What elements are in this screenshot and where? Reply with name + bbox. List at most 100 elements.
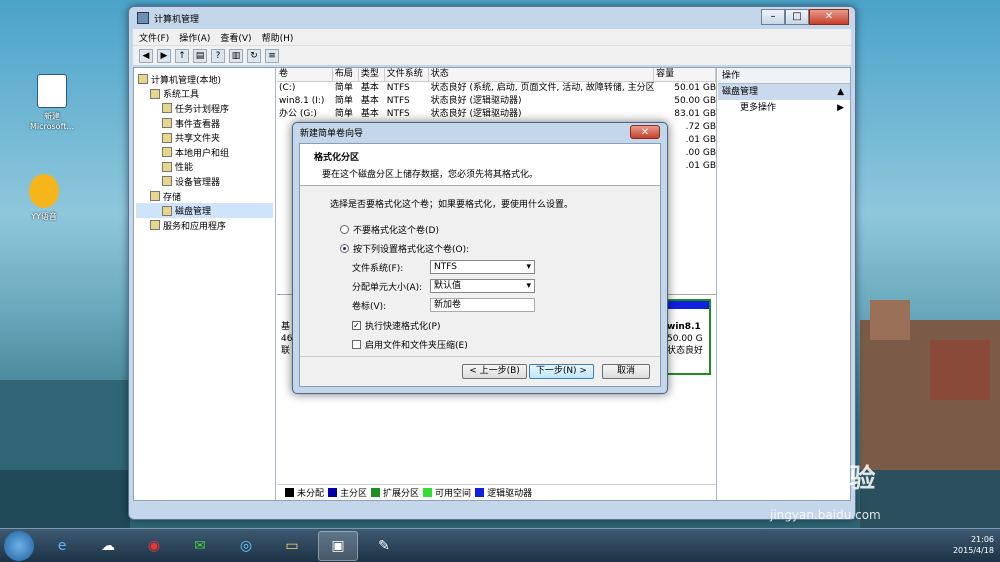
radio-format[interactable]: 按下列设置格式化这个卷(O): bbox=[330, 240, 630, 256]
computer-management-taskbar-icon[interactable]: ▣ bbox=[318, 530, 358, 561]
browser-icon[interactable]: ◎ bbox=[226, 531, 266, 561]
tree-item[interactable]: 磁盘管理 bbox=[136, 203, 273, 218]
tree-item[interactable]: 性能 bbox=[136, 160, 273, 175]
volume-cell-layout: 简单 bbox=[334, 83, 353, 93]
radio-selected-icon bbox=[340, 243, 349, 253]
next-button[interactable]: 下一步(N) > bbox=[528, 364, 594, 379]
desktop-icon-yy[interactable]: YY语音 bbox=[14, 174, 74, 222]
volume-cell-cap: 83.01 GB bbox=[674, 109, 716, 119]
maximize-button[interactable]: □ bbox=[785, 9, 809, 25]
legend-swatch bbox=[423, 488, 433, 497]
tree-item-label: 系统工具 bbox=[163, 90, 200, 101]
system-tray[interactable]: 21:06 2015/4/18 bbox=[953, 534, 994, 556]
volume-label-input[interactable]: 新加卷 bbox=[430, 298, 535, 312]
properties-icon[interactable]: ≡ bbox=[265, 48, 279, 63]
tree-item-label: 共享文件夹 bbox=[175, 134, 221, 145]
volume-row[interactable]: 办公 (G:) 简单 基本 NTFS 状态良好 (逻辑驱动器) 83.01 GB bbox=[277, 108, 716, 121]
tree-node-icon bbox=[162, 132, 172, 143]
partition-name: win8.1 bbox=[667, 322, 701, 332]
volume-row[interactable]: win8.1 (I:) 简单 基本 NTFS 状态良好 (逻辑驱动器) 50.00 GB bbox=[277, 95, 716, 108]
volume-cell-cap: 50.01 GB bbox=[674, 83, 716, 93]
window-title: 计算机管理 bbox=[154, 14, 200, 25]
quick-format-checkbox[interactable]: ✓ 执行快速格式化(P) bbox=[330, 317, 630, 333]
back-button[interactable]: < 上一步(B) bbox=[462, 364, 527, 379]
tree-item[interactable]: 存储 bbox=[136, 189, 273, 204]
file-explorer-icon[interactable]: ▭ bbox=[272, 531, 312, 561]
volume-label-label: 卷标(V): bbox=[352, 301, 387, 312]
dialog-footer: < 上一步(B) 下一步(N) > 取消 bbox=[300, 356, 660, 386]
clock-time: 21:06 bbox=[970, 535, 994, 544]
filesystem-row: 文件系统(F): NTFS bbox=[330, 259, 630, 275]
actions-disk-management[interactable]: 磁盘管理 ▲ bbox=[718, 84, 850, 100]
tree-item-label: 服务和应用程序 bbox=[163, 221, 227, 232]
chrome-icon[interactable]: ◉ bbox=[134, 531, 174, 561]
volume-cell-status: 状态良好 (逻辑驱动器) bbox=[430, 96, 522, 106]
col-volume[interactable]: 卷 bbox=[277, 68, 333, 81]
col-type[interactable]: 类型 bbox=[359, 68, 385, 81]
col-filesystem[interactable]: 文件系统 bbox=[385, 68, 429, 81]
desktop-icon-word-doc[interactable]: 新建 Microsoft... bbox=[22, 74, 82, 131]
compression-checkbox[interactable]: 启用文件和文件夹压缩(E) bbox=[330, 336, 630, 352]
volume-cell-vol: (C:) bbox=[279, 83, 296, 93]
tree-node-icon bbox=[162, 161, 172, 172]
col-status[interactable]: 状态 bbox=[429, 68, 655, 81]
up-folder-icon[interactable]: ↑ bbox=[175, 48, 189, 63]
start-button[interactable] bbox=[4, 530, 34, 561]
dialog-title[interactable]: 新建简单卷向导 bbox=[293, 123, 667, 141]
taskbar: e ☁ ◉ ✉ ◎ ▭ ▣ ✎ 21:06 2015/4/18 bbox=[0, 528, 1000, 562]
col-capacity[interactable]: 容量 bbox=[654, 68, 717, 81]
tree-item[interactable]: 事件查看器 bbox=[136, 116, 273, 131]
close-button[interactable]: ✕ bbox=[809, 9, 849, 25]
partition-win81[interactable]: win8.1 50.00 G 状态良好 bbox=[661, 299, 711, 375]
menu-view[interactable]: 查看(V) bbox=[220, 31, 251, 44]
paint-icon[interactable]: ✎ bbox=[364, 531, 404, 561]
tree-node-icon bbox=[150, 88, 160, 99]
back-arrow-icon[interactable]: ◀ bbox=[139, 48, 153, 63]
menu-file[interactable]: 文件(F) bbox=[139, 31, 169, 44]
baidu-cloud-icon[interactable]: ☁ bbox=[88, 531, 128, 561]
tree-item[interactable]: 本地用户和组 bbox=[136, 145, 273, 160]
legend-swatch bbox=[285, 488, 294, 497]
refresh-icon[interactable]: ↻ bbox=[247, 48, 261, 63]
menu-action[interactable]: 操作(A) bbox=[179, 31, 210, 44]
tree-item[interactable]: 系统工具 bbox=[136, 87, 273, 102]
title-bar[interactable]: 计算机管理 bbox=[129, 7, 855, 29]
show-hide-action-pane-icon[interactable]: ▥ bbox=[229, 48, 243, 63]
actions-section-label: 磁盘管理 bbox=[722, 87, 759, 97]
volume-label-row: 卷标(V): 新加卷 bbox=[330, 297, 630, 313]
volume-cell-fs: NTFS bbox=[386, 96, 410, 106]
volume-row[interactable]: (C:) 简单 基本 NTFS 状态良好 (系统, 启动, 页面文件, 活动, 故障转储… bbox=[277, 82, 716, 95]
legend-swatch bbox=[475, 488, 485, 497]
help-icon[interactable]: ? bbox=[211, 48, 225, 63]
tree-item-label: 设备管理器 bbox=[175, 177, 221, 188]
radio-no-format-label: 不要格式化这个卷(D) bbox=[353, 225, 439, 236]
forward-arrow-icon[interactable]: ▶ bbox=[157, 48, 171, 63]
actions-pane: 操作 磁盘管理 ▲ 更多操作 ▶ bbox=[718, 68, 850, 500]
cancel-button[interactable]: 取消 bbox=[601, 364, 650, 379]
tree-item[interactable]: 共享文件夹 bbox=[136, 130, 273, 145]
tree-item[interactable]: 计算机管理(本地) bbox=[136, 72, 273, 87]
tree-item[interactable]: 设备管理器 bbox=[136, 174, 273, 189]
disk-status-partial: 联 bbox=[281, 346, 291, 356]
ie-icon[interactable]: e bbox=[42, 531, 82, 561]
filesystem-select[interactable]: NTFS bbox=[430, 260, 535, 274]
tree-node-icon bbox=[150, 191, 160, 202]
col-layout[interactable]: 布局 bbox=[333, 68, 359, 81]
radio-no-format[interactable]: 不要格式化这个卷(D) bbox=[330, 221, 630, 237]
show-hide-tree-icon[interactable]: ▤ bbox=[193, 48, 207, 63]
tree-item[interactable]: 服务和应用程序 bbox=[136, 218, 273, 233]
menu-help[interactable]: 帮助(H) bbox=[262, 31, 294, 44]
minimize-button[interactable]: – bbox=[761, 9, 785, 25]
dialog-close-button[interactable]: ✕ bbox=[630, 125, 660, 139]
partition-color-bar bbox=[663, 301, 709, 309]
wechat-icon[interactable]: ✉ bbox=[180, 531, 220, 561]
more-actions[interactable]: 更多操作 ▶ bbox=[718, 100, 850, 116]
tree-item[interactable]: 任务计划程序 bbox=[136, 101, 273, 116]
radio-icon bbox=[340, 224, 349, 234]
volume-cell-fs: NTFS bbox=[386, 109, 410, 119]
filesystem-label: 文件系统(F): bbox=[352, 263, 404, 274]
legend-label: 未分配 bbox=[297, 489, 325, 499]
legend-label: 扩展分区 bbox=[383, 489, 420, 499]
allocation-select[interactable]: 默认值 bbox=[430, 279, 535, 293]
chevron-right-icon: ▶ bbox=[837, 103, 844, 113]
